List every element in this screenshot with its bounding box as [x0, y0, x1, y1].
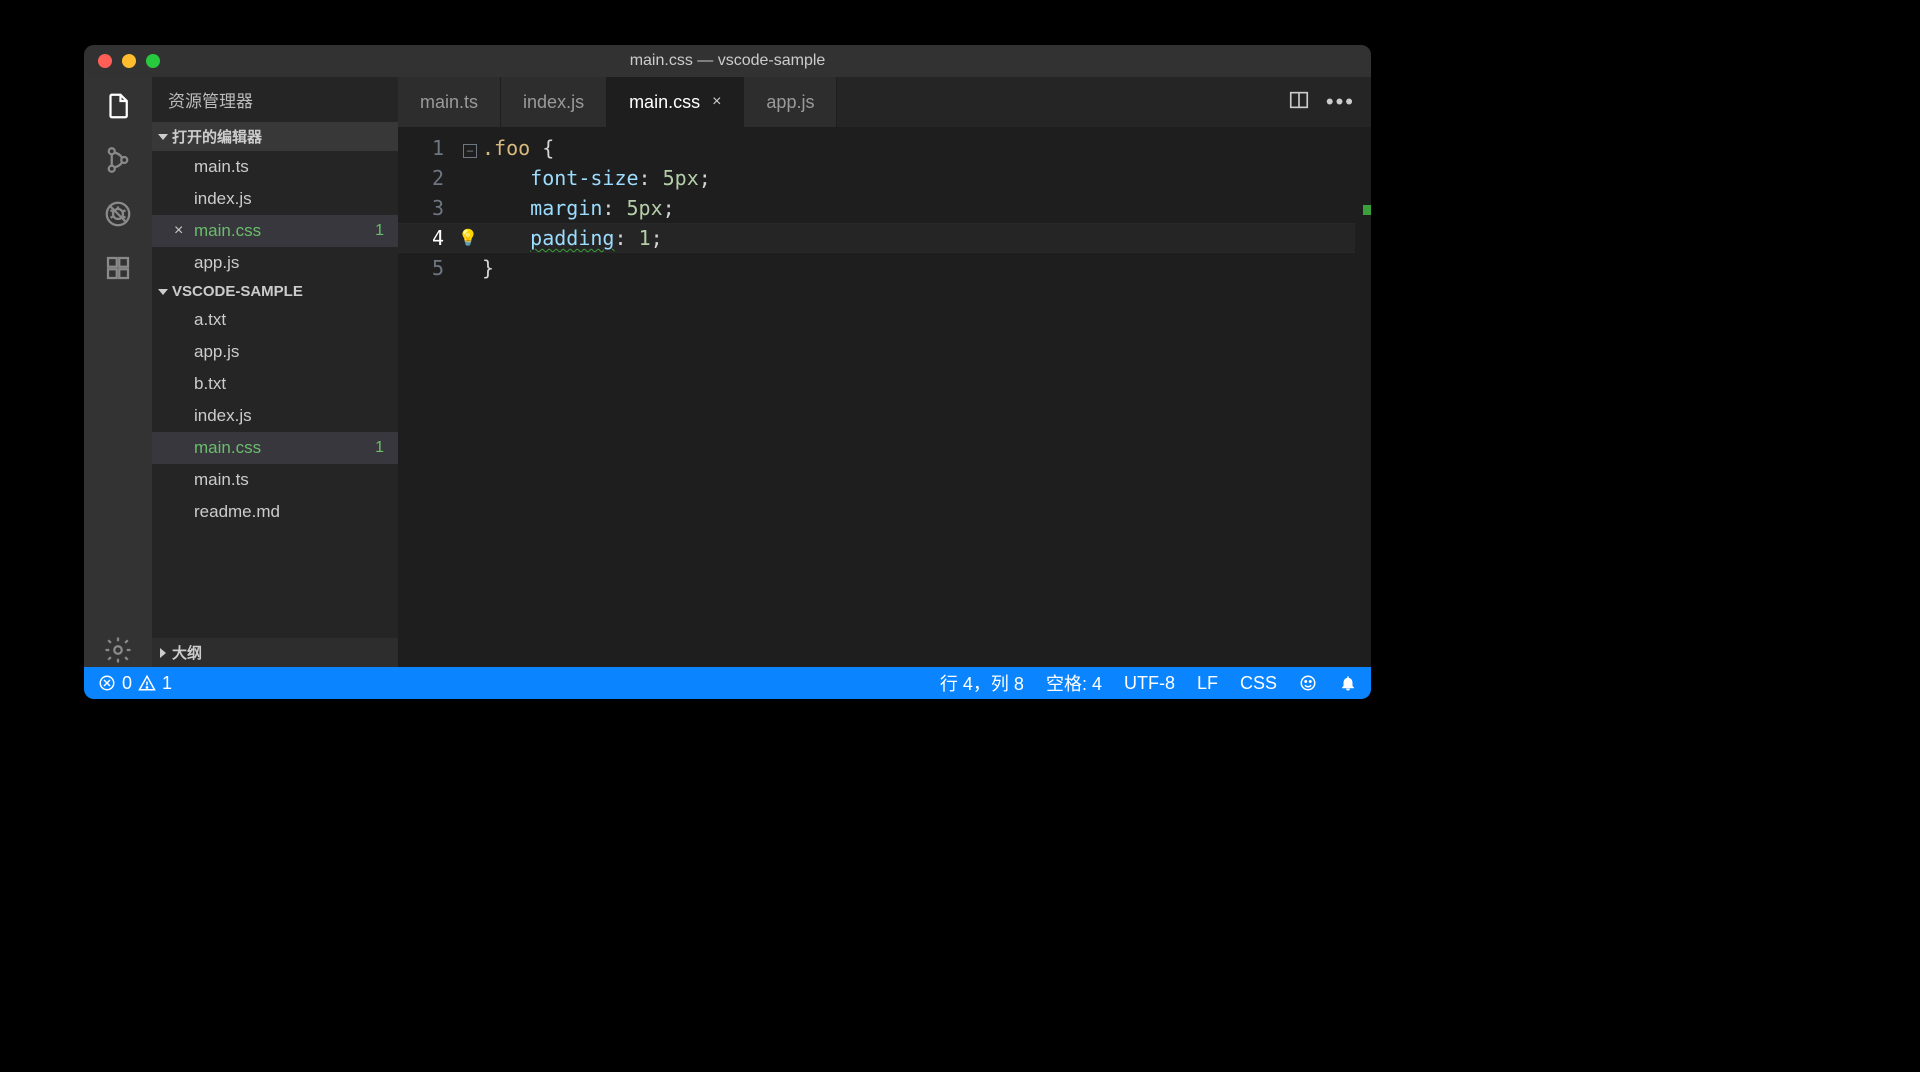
overview-ruler[interactable]: [1355, 127, 1371, 667]
status-cursor[interactable]: 行 4，列 8: [940, 670, 1024, 696]
more-actions-icon[interactable]: •••: [1326, 89, 1355, 115]
debug-disabled-icon[interactable]: [101, 197, 135, 231]
outline-header[interactable]: 大纲: [152, 638, 398, 667]
feedback-smiley-icon[interactable]: [1299, 674, 1317, 692]
open-editors-label: 打开的编辑器: [172, 126, 262, 147]
explorer-icon[interactable]: [101, 89, 135, 123]
editor-group: main.ts index.js main.css × app.js ••• 1: [398, 77, 1371, 667]
code-editor[interactable]: 1 2 3 4 5 − .foo { font-size: 5px; margi…: [398, 127, 1371, 667]
titlebar: main.css — vscode-sample: [84, 45, 1371, 77]
sidebar: 资源管理器 打开的编辑器 main.ts index.js × main.css…: [152, 77, 398, 667]
folder-header[interactable]: VSCODE-SAMPLE: [152, 279, 398, 304]
split-editor-icon[interactable]: [1288, 89, 1310, 116]
open-editor-item[interactable]: main.ts: [152, 151, 398, 183]
code-content[interactable]: .foo { font-size: 5px; margin: 5px; 💡 pa…: [482, 127, 1355, 667]
status-language[interactable]: CSS: [1240, 673, 1277, 694]
outline-label: 大纲: [172, 642, 202, 663]
close-window-icon[interactable]: [98, 54, 112, 68]
extensions-icon[interactable]: [101, 251, 135, 285]
sidebar-title: 资源管理器: [152, 77, 398, 122]
status-indent[interactable]: 空格: 4: [1046, 670, 1102, 696]
file-item[interactable]: app.js: [152, 336, 398, 368]
tab-index-js[interactable]: index.js: [501, 77, 607, 127]
vscode-window: main.css — vscode-sample 资源管理器: [84, 45, 1371, 699]
problems-badge: 1: [375, 435, 384, 461]
tab-bar: main.ts index.js main.css × app.js •••: [398, 77, 1371, 127]
open-editor-item[interactable]: × main.css 1: [152, 215, 398, 247]
open-editors-header[interactable]: 打开的编辑器: [152, 122, 398, 151]
status-bar: 0 1 行 4，列 8 空格: 4 UTF-8 LF CSS: [84, 667, 1371, 699]
close-icon[interactable]: ×: [174, 218, 183, 244]
file-item[interactable]: main.ts: [152, 464, 398, 496]
problems-badge: 1: [375, 218, 384, 244]
folder-label: VSCODE-SAMPLE: [172, 283, 303, 300]
fold-icon[interactable]: −: [463, 144, 477, 158]
status-warnings[interactable]: 1: [138, 673, 172, 694]
open-editor-item[interactable]: app.js: [152, 247, 398, 279]
file-item[interactable]: main.css 1: [152, 432, 398, 464]
chevron-right-icon: [160, 648, 166, 658]
tab-main-ts[interactable]: main.ts: [398, 77, 501, 127]
chevron-down-icon: [158, 134, 168, 140]
settings-gear-icon[interactable]: [101, 633, 135, 667]
tab-app-js[interactable]: app.js: [744, 77, 837, 127]
minimize-window-icon[interactable]: [122, 54, 136, 68]
open-editors-list: main.ts index.js × main.css 1 app.js: [152, 151, 398, 279]
status-errors[interactable]: 0: [98, 673, 132, 694]
status-encoding[interactable]: UTF-8: [1124, 673, 1175, 694]
tab-actions: •••: [1272, 77, 1371, 127]
tab-main-css[interactable]: main.css ×: [607, 77, 744, 127]
file-item[interactable]: a.txt: [152, 304, 398, 336]
status-eol[interactable]: LF: [1197, 673, 1218, 694]
warning-mark-icon: [1363, 205, 1371, 215]
open-editor-item[interactable]: index.js: [152, 183, 398, 215]
window-controls: [84, 54, 160, 68]
close-tab-icon[interactable]: ×: [712, 93, 721, 111]
window-title: main.css — vscode-sample: [84, 52, 1371, 70]
file-tree: a.txt app.js b.txt index.js main.css 1 m…: [152, 304, 398, 528]
file-item[interactable]: b.txt: [152, 368, 398, 400]
line-number-gutter: 1 2 3 4 5: [398, 127, 458, 667]
notifications-bell-icon[interactable]: [1339, 674, 1357, 692]
source-control-icon[interactable]: [101, 143, 135, 177]
zoom-window-icon[interactable]: [146, 54, 160, 68]
lightbulb-icon[interactable]: 💡: [458, 223, 478, 253]
chevron-down-icon: [158, 289, 168, 295]
file-item[interactable]: index.js: [152, 400, 398, 432]
file-item[interactable]: readme.md: [152, 496, 398, 528]
fold-gutter: −: [458, 127, 482, 667]
activity-bar: [84, 77, 152, 667]
